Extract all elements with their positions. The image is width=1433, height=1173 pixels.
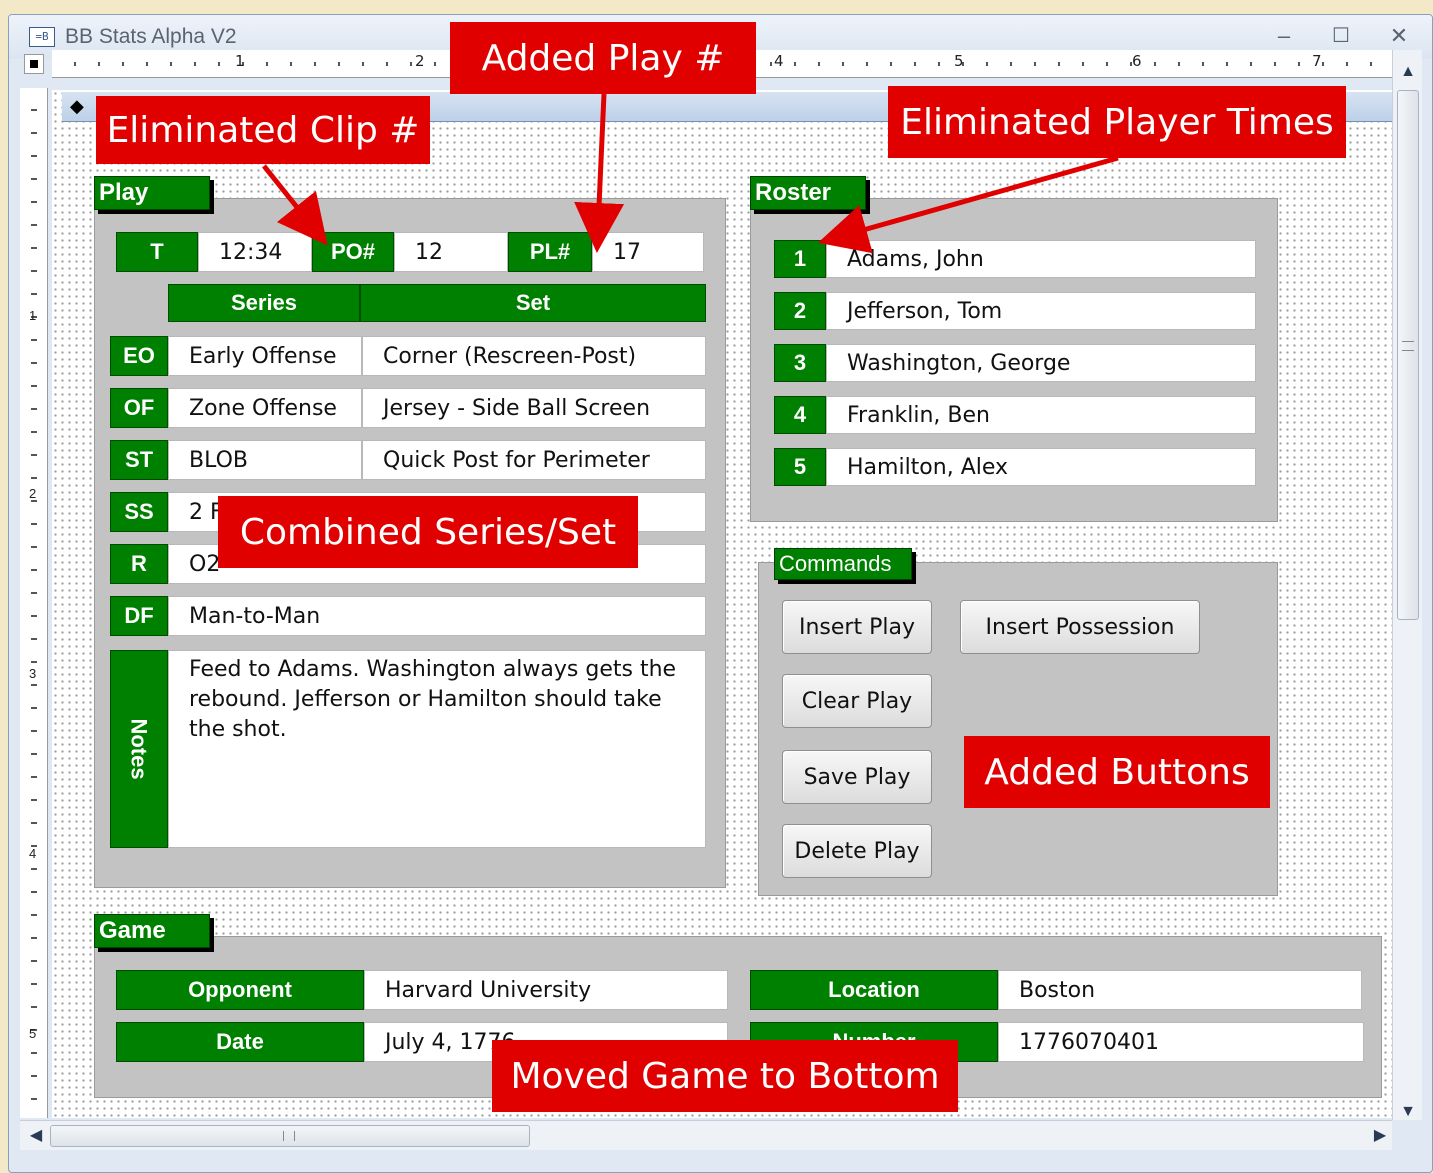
callout-arrows bbox=[262, 93, 1119, 254]
callout-added-buttons: Added Buttons bbox=[964, 736, 1270, 808]
times-callout-arrow bbox=[817, 155, 1119, 254]
callout-moved-game: Moved Game to Bottom bbox=[492, 1040, 958, 1112]
callout-added-play: Added Play # bbox=[450, 22, 756, 94]
callout-combined-series: Combined Series/Set bbox=[218, 496, 638, 568]
callout-eliminated-clip: Eliminated Clip # bbox=[96, 96, 430, 164]
callout-eliminated-player-times: Eliminated Player Times bbox=[888, 86, 1346, 158]
play-callout-arrow bbox=[574, 93, 625, 253]
clip-callout-arrow bbox=[262, 164, 328, 246]
